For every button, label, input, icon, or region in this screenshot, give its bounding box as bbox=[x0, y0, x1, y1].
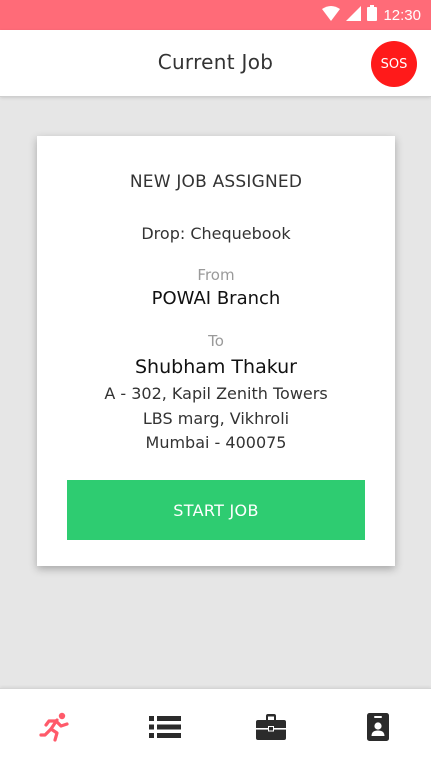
running-icon bbox=[39, 712, 71, 746]
drop-item: Drop: Chequebook bbox=[141, 224, 291, 243]
address-line-3: Mumbai - 400075 bbox=[145, 433, 287, 452]
status-time: 12:30 bbox=[383, 6, 421, 24]
job-card-heading: NEW JOB ASSIGNED bbox=[129, 172, 303, 192]
status-bar: 12:30 bbox=[0, 0, 431, 30]
status-icons bbox=[322, 5, 378, 25]
nav-item-profile[interactable] bbox=[358, 709, 398, 749]
wifi-icon bbox=[322, 5, 341, 25]
start-job-button[interactable]: START JOB bbox=[67, 480, 365, 540]
app-header: Current Job SOS bbox=[0, 30, 431, 97]
address-line-2: LBS marg, Vikhroli bbox=[142, 409, 290, 428]
bottom-navigation bbox=[0, 688, 431, 768]
briefcase-icon bbox=[256, 714, 286, 744]
recipient-name: Shubham Thakur bbox=[134, 356, 297, 378]
id-badge-icon bbox=[367, 713, 389, 745]
address-line-1: A - 302, Kapil Zenith Towers bbox=[104, 384, 328, 403]
nav-item-job-list[interactable] bbox=[145, 709, 185, 749]
list-icon bbox=[149, 715, 181, 743]
to-label: To bbox=[208, 332, 224, 350]
battery-icon bbox=[367, 5, 378, 25]
signal-icon bbox=[346, 5, 362, 25]
job-card: NEW JOB ASSIGNED Drop: Chequebook From P… bbox=[37, 136, 395, 566]
from-label: From bbox=[197, 266, 235, 284]
sos-button[interactable]: SOS bbox=[371, 41, 417, 87]
page-title: Current Job bbox=[157, 50, 274, 74]
nav-item-jobs[interactable] bbox=[251, 709, 291, 749]
from-location: POWAI Branch bbox=[151, 288, 281, 309]
nav-item-current-job[interactable] bbox=[35, 709, 75, 749]
